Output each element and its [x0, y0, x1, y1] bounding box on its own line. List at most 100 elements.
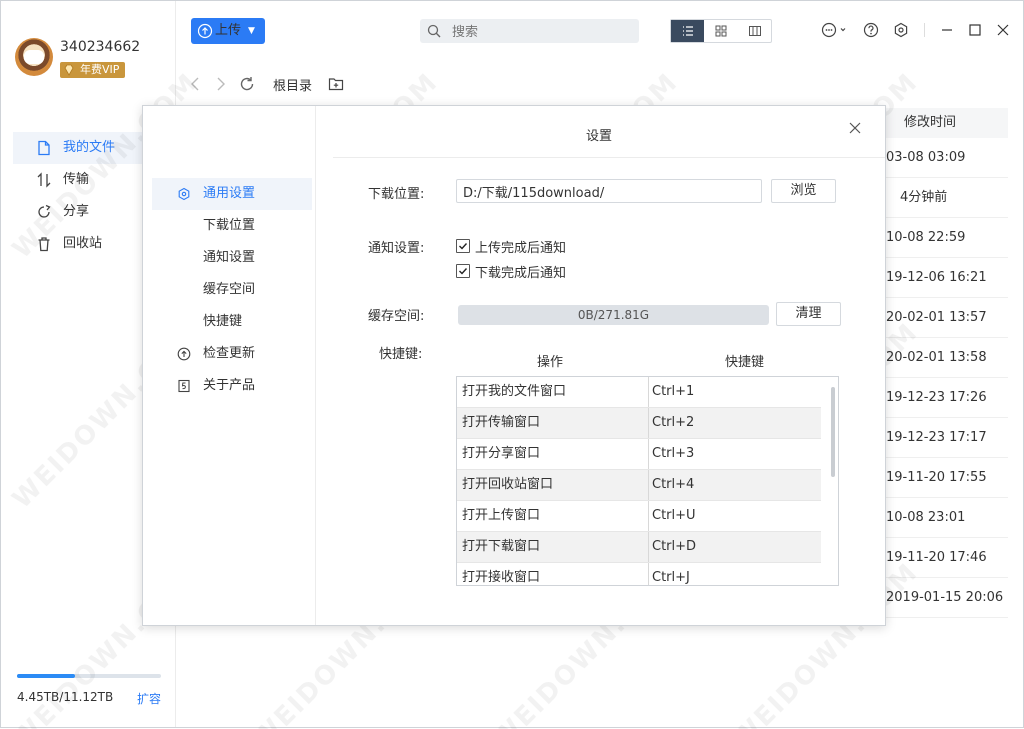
- upload-button[interactable]: 上传 ▼: [191, 18, 265, 44]
- download-path-field[interactable]: [456, 179, 762, 203]
- shortcut-key: Ctrl+J: [652, 570, 690, 585]
- shortcut-action: 打开我的文件窗口: [462, 384, 567, 399]
- column-divider: [648, 377, 649, 407]
- notify-upload-label: 上传完成后通知: [475, 241, 567, 256]
- more-menu-icon[interactable]: [820, 21, 850, 39]
- vip-badge-label: 年费VIP: [80, 63, 120, 76]
- shortcut-row[interactable]: 打开接收窗口 Ctrl+J: [457, 563, 821, 585]
- column-view-button[interactable]: [738, 20, 771, 42]
- file-row-modified-time[interactable]: 20-02-01 13:58: [884, 338, 1008, 378]
- help-icon[interactable]: [862, 21, 880, 39]
- notify-download-label: 下载完成后通知: [475, 266, 567, 281]
- storage-usage: 4.45TB/11.12TB: [17, 690, 114, 704]
- toolbar-divider: [924, 23, 925, 37]
- settings-nav-label: 快捷键: [203, 314, 243, 329]
- shortcut-key: Ctrl+1: [652, 384, 695, 399]
- column-divider: [648, 470, 649, 500]
- shortcut-action: 打开上传窗口: [462, 508, 541, 523]
- settings-nav-item[interactable]: 快捷键: [152, 306, 312, 338]
- file-row-modified-time[interactable]: 10-08 23:01: [884, 498, 1008, 538]
- shortcuts-label: 快捷键:: [379, 347, 423, 362]
- file-row-modified-time[interactable]: 19-12-06 16:21: [884, 258, 1008, 298]
- shortcut-row[interactable]: 打开上传窗口 Ctrl+U: [457, 501, 821, 532]
- settings-nav-item[interactable]: 关于产品: [152, 370, 312, 402]
- upload-button-label: 上传: [215, 23, 242, 38]
- column-header-modified-time[interactable]: 修改时间: [884, 108, 1008, 138]
- shortcut-key: Ctrl+3: [652, 446, 695, 461]
- grid-view-icon: [715, 25, 727, 37]
- update-icon: [177, 347, 191, 361]
- forward-arrow-icon[interactable]: [211, 75, 229, 93]
- settings-nav-label: 下载位置: [203, 218, 256, 233]
- search-icon: [427, 24, 441, 38]
- file-row-modified-time[interactable]: 03-08 03:09: [884, 138, 1008, 178]
- shortcut-row[interactable]: 打开我的文件窗口 Ctrl+1: [457, 377, 821, 408]
- download-location-label: 下载位置:: [368, 187, 425, 202]
- settings-nav-item[interactable]: 下载位置: [152, 210, 312, 242]
- notification-settings-label: 通知设置:: [368, 241, 425, 256]
- minimize-icon[interactable]: [938, 21, 956, 39]
- file-row-modified-time[interactable]: 19-12-23 17:17: [884, 418, 1008, 458]
- view-mode-toggle: [670, 19, 772, 43]
- file-row-modified-time[interactable]: 20-02-01 13:57: [884, 298, 1008, 338]
- shortcut-key: Ctrl+4: [652, 477, 695, 492]
- close-window-icon[interactable]: [994, 21, 1012, 39]
- shortcut-col-action: 操作: [537, 355, 564, 370]
- shortcut-action: 打开回收站窗口: [462, 477, 554, 492]
- shortcut-key: Ctrl+D: [652, 539, 697, 554]
- settings-divider: [333, 157, 885, 158]
- file-row-modified-time[interactable]: 10-08 22:59: [884, 218, 1008, 258]
- checkbox-checked-icon: [456, 239, 470, 253]
- expand-storage-link[interactable]: 扩容: [137, 690, 161, 707]
- column-divider: [648, 501, 649, 531]
- vip-badge: 年费VIP: [60, 62, 126, 78]
- clear-cache-button[interactable]: 清理: [776, 302, 841, 326]
- file-row-modified-time[interactable]: 2019-01-15 20:06: [884, 578, 1008, 618]
- sidebar-item-label: 我的文件: [63, 140, 116, 155]
- avatar[interactable]: [15, 38, 53, 76]
- shortcut-scrollbar[interactable]: [830, 382, 836, 576]
- settings-hex-icon[interactable]: [892, 21, 910, 39]
- shortcut-row[interactable]: 打开回收站窗口 Ctrl+4: [457, 470, 821, 501]
- cache-usage-bar: 0B/271.81G: [458, 305, 769, 325]
- settings-title: 设置: [586, 129, 613, 144]
- shortcut-row[interactable]: 打开下载窗口 Ctrl+D: [457, 532, 821, 563]
- scrollbar-thumb[interactable]: [831, 387, 835, 477]
- settings-nav-label: 通用设置: [203, 186, 256, 201]
- close-dialog-icon[interactable]: [848, 121, 862, 135]
- shortcut-action: 打开接收窗口: [462, 570, 541, 585]
- search-box[interactable]: [420, 19, 639, 43]
- trash-icon: [38, 237, 50, 252]
- storage-progress-fill: [17, 674, 75, 678]
- column-divider: [648, 563, 649, 585]
- shortcut-table: 打开我的文件窗口 Ctrl+1 打开传输窗口 Ctrl+2 打开分享窗口 Ctrl+3 打开…: [456, 376, 839, 586]
- browse-button[interactable]: 浏览: [771, 179, 836, 203]
- general-settings-icon: [177, 187, 191, 201]
- shortcut-key: Ctrl+U: [652, 508, 696, 523]
- settings-nav-item[interactable]: 通知设置: [152, 242, 312, 274]
- about-icon: [177, 379, 191, 393]
- file-row-modified-time[interactable]: 19-11-20 17:46: [884, 538, 1008, 578]
- app-window: 340234662 年费VIP 我的文件 传输 分享 回收站 4.45TB/11…: [0, 0, 1024, 729]
- settings-nav-item[interactable]: 通用设置: [152, 178, 312, 210]
- search-input[interactable]: [450, 22, 634, 42]
- file-row-modified-time[interactable]: 19-12-23 17:26: [884, 378, 1008, 418]
- column-header-label: 修改时间: [904, 115, 957, 130]
- new-folder-icon[interactable]: [327, 75, 345, 93]
- file-row-modified-time[interactable]: 4分钟前: [884, 178, 1008, 218]
- file-row-modified-time[interactable]: 19-11-20 17:55: [884, 458, 1008, 498]
- shortcut-action: 打开下载窗口: [462, 539, 541, 554]
- shortcut-row[interactable]: 打开分享窗口 Ctrl+3: [457, 439, 821, 470]
- chevron-down-icon[interactable]: ▼: [248, 18, 255, 44]
- settings-nav-label: 缓存空间: [203, 282, 256, 297]
- settings-nav-item[interactable]: 缓存空间: [152, 274, 312, 306]
- breadcrumb-root[interactable]: 根目录: [273, 75, 312, 94]
- refresh-icon[interactable]: [238, 75, 256, 93]
- grid-view-button[interactable]: [704, 20, 737, 42]
- list-view-button[interactable]: [671, 20, 705, 42]
- settings-nav-item[interactable]: 检查更新: [152, 338, 312, 370]
- shortcut-row[interactable]: 打开传输窗口 Ctrl+2: [457, 408, 821, 439]
- back-arrow-icon[interactable]: [187, 75, 205, 93]
- maximize-icon[interactable]: [966, 21, 984, 39]
- column-view-icon: [748, 26, 761, 36]
